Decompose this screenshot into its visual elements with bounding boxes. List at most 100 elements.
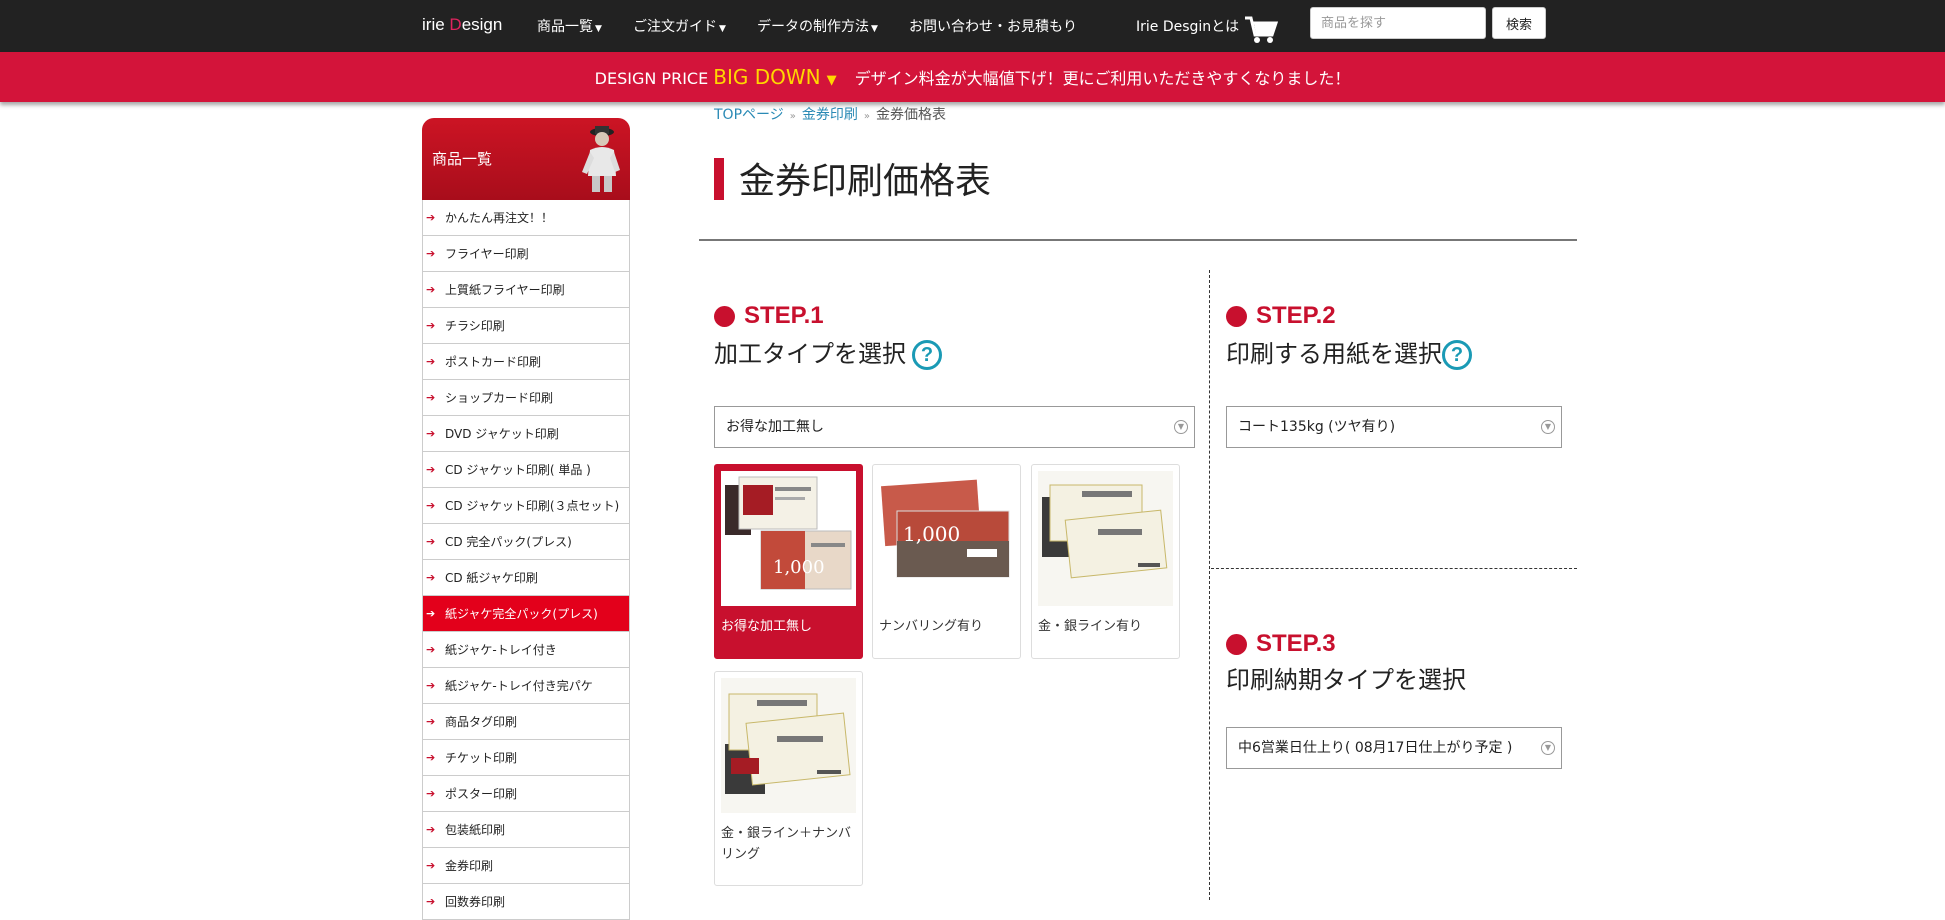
nav-data-guide[interactable]: データの制作方法 ▼: [757, 16, 878, 36]
cart-icon[interactable]: [1244, 15, 1278, 45]
nav-about[interactable]: Irie Desginとは: [1136, 16, 1239, 36]
breadcrumb-separator-icon: »: [789, 111, 796, 122]
card-label: ナンバリング有り: [879, 619, 984, 634]
caret-down-icon: ▼: [719, 24, 726, 34]
nav-products[interactable]: 商品一覧 ▼: [537, 16, 602, 36]
search-button[interactable]: 検索: [1492, 7, 1546, 39]
option-card-gold-silver-numbering[interactable]: 金・銀ライン＋ナンバリング: [714, 671, 863, 886]
chevron-down-icon: ▼: [1541, 741, 1555, 755]
arrow-right-icon: ➔: [426, 211, 436, 224]
ticket-image: [721, 678, 856, 813]
card-label: 金・銀ライン有り: [1038, 619, 1143, 634]
arrow-right-icon: ➔: [426, 499, 436, 512]
arrow-right-icon: ➔: [426, 679, 436, 692]
sidebar-item[interactable]: ➔ CD 紙ジャケ印刷: [423, 560, 629, 596]
sidebar-item[interactable]: ➔ フライヤー印刷: [423, 236, 629, 272]
option-card-no-processing[interactable]: 1,000 お得な加工無し: [714, 464, 863, 659]
sidebar-item-label: DVD ジャケット印刷: [445, 427, 559, 441]
nav-order-guide[interactable]: ご注文ガイド ▼: [633, 16, 726, 36]
sidebar-item[interactable]: ➔ ポストカード印刷: [423, 344, 629, 380]
sidebar-item[interactable]: ➔ チラシ印刷: [423, 308, 629, 344]
site-logo[interactable]: irie Design: [422, 15, 502, 35]
processing-type-select[interactable]: お得な加工無し ▼: [714, 406, 1195, 448]
sidebar-item[interactable]: ➔ 商品タグ印刷: [423, 704, 629, 740]
arrow-right-icon: ➔: [426, 355, 436, 368]
breadcrumb: TOPページ » 金券印刷 » 金券価格表: [714, 104, 946, 124]
page-title: 金券印刷価格表: [739, 161, 992, 202]
sidebar-item[interactable]: ➔ ポスター印刷: [423, 776, 629, 812]
ticket-image: 1,000: [879, 471, 1014, 606]
arrow-right-icon: ➔: [426, 427, 436, 440]
sidebar-item-label: 商品タグ印刷: [445, 715, 518, 729]
breadcrumb-top[interactable]: TOPページ: [714, 107, 784, 123]
sidebar-item[interactable]: ➔ 包装紙印刷: [423, 812, 629, 848]
sidebar-item-label: ポスター印刷: [445, 787, 518, 801]
step2-dot-icon: [1226, 305, 1247, 327]
delivery-type-select[interactable]: 中6営業日仕上り( 08月17日仕上がり予定 ) ▼: [1226, 727, 1562, 769]
help-icon[interactable]: ?: [1442, 340, 1472, 370]
step3-heading: STEP.3: [1226, 630, 1336, 658]
step2-title: 印刷する用紙を選択?: [1226, 334, 1472, 370]
sidebar-item-label: CD 紙ジャケ印刷: [445, 571, 538, 585]
arrow-right-icon: ➔: [426, 715, 436, 728]
sidebar-item[interactable]: ➔ ショップカード印刷: [423, 380, 629, 416]
arrow-right-icon: ➔: [426, 319, 436, 332]
design-price-banner[interactable]: DESIGN PRICE BIG DOWN ▼ デザイン料金が大幅値下げ！更にご利用…: [0, 52, 1945, 102]
sidebar-item-label: 紙ジャケ完全パック(プレス): [445, 607, 598, 621]
option-card-gold-silver-line[interactable]: 金・銀ライン有り: [1031, 464, 1180, 659]
arrow-right-icon: ➔: [426, 247, 436, 260]
sidebar-header: 商品一覧: [422, 118, 630, 200]
sidebar-item-label: CD 完全パック(プレス): [445, 535, 572, 549]
ticket-image: [1038, 471, 1173, 606]
sidebar-item[interactable]: ➔ CD 完全パック(プレス): [423, 524, 629, 560]
sidebar-list: ➔ かんたん再注文！！ ➔ フライヤー印刷 ➔ 上質紙フライヤー印刷 ➔ チラシ印刷 ➔ ポストカ…: [422, 200, 630, 920]
breadcrumb-separator-icon: »: [863, 111, 870, 122]
arrow-right-icon: ➔: [426, 571, 436, 584]
arrow-right-icon: ➔: [426, 283, 436, 296]
sidebar-item-label: ポストカード印刷: [445, 355, 542, 369]
sidebar-item[interactable]: ➔ 紙ジャケ-トレイ付き: [423, 632, 629, 668]
option-card-numbering[interactable]: 1,000 ナンバリング有り: [872, 464, 1021, 659]
sidebar-item[interactable]: ➔ 上質紙フライヤー印刷: [423, 272, 629, 308]
step-divider: [1211, 568, 1577, 569]
arrow-right-icon: ➔: [426, 463, 436, 476]
arrow-right-icon: ➔: [426, 607, 436, 620]
help-icon[interactable]: ?: [912, 340, 942, 370]
sidebar-item[interactable]: ➔ チケット印刷: [423, 740, 629, 776]
nav-contact[interactable]: お問い合わせ・お見積もり: [909, 16, 1077, 36]
sidebar-item-label: 包装紙印刷: [445, 823, 506, 837]
search-input[interactable]: [1310, 7, 1486, 39]
card-label: お得な加工無し: [721, 619, 813, 634]
svg-text:1,000: 1,000: [773, 557, 825, 578]
step1-title: 加工タイプを選択?: [714, 334, 942, 370]
column-divider: [1209, 270, 1210, 900]
arrow-right-icon: ➔: [426, 787, 436, 800]
step1-heading: STEP.1: [714, 302, 824, 330]
sidebar-item-label: チケット印刷: [445, 751, 518, 765]
step3-dot-icon: [1226, 633, 1247, 655]
sidebar-item-label: CD ジャケット印刷( 単品 ): [445, 463, 591, 477]
arrow-right-icon: ➔: [426, 859, 436, 872]
caret-down-icon: ▼: [595, 24, 602, 34]
sidebar-item-label: かんたん再注文！！: [445, 211, 554, 225]
ticket-image: 1,000: [721, 471, 856, 606]
sidebar-item[interactable]: ➔ 金券印刷: [423, 848, 629, 884]
paper-select[interactable]: コート135kg (ツヤ有り) ▼: [1226, 406, 1562, 448]
sidebar-item-label: 上質紙フライヤー印刷: [445, 283, 565, 297]
sidebar-item[interactable]: ➔ DVD ジャケット印刷: [423, 416, 629, 452]
sidebar-item[interactable]: ➔ 紙ジャケ-トレイ付き完パケ: [423, 668, 629, 704]
sidebar-item-label: チラシ印刷: [445, 319, 505, 333]
breadcrumb-category[interactable]: 金券印刷: [802, 107, 858, 123]
sidebar: 商品一覧 ➔ かんたん再注文！！ ➔ フライヤー印刷 ➔ 上質紙フライヤー印刷 ➔ チラシ印刷…: [422, 118, 630, 920]
sidebar-heading: 商品一覧: [432, 150, 493, 168]
sidebar-item[interactable]: ➔ CD ジャケット印刷(３点セット): [423, 488, 629, 524]
sidebar-item[interactable]: ➔ 回数券印刷: [423, 884, 629, 920]
arrow-right-icon: ➔: [426, 391, 436, 404]
sidebar-item[interactable]: ➔ かんたん再注文！！: [423, 200, 629, 236]
sidebar-item-label: 回数券印刷: [445, 895, 506, 909]
caret-down-icon: ▼: [871, 24, 878, 34]
sidebar-item[interactable]: ➔ CD ジャケット印刷( 単品 ): [423, 452, 629, 488]
sidebar-item[interactable]: ➔ 紙ジャケ完全パック(プレス): [423, 596, 629, 632]
sidebar-item-label: ショップカード印刷: [445, 391, 554, 405]
breadcrumb-current: 金券価格表: [875, 107, 946, 123]
